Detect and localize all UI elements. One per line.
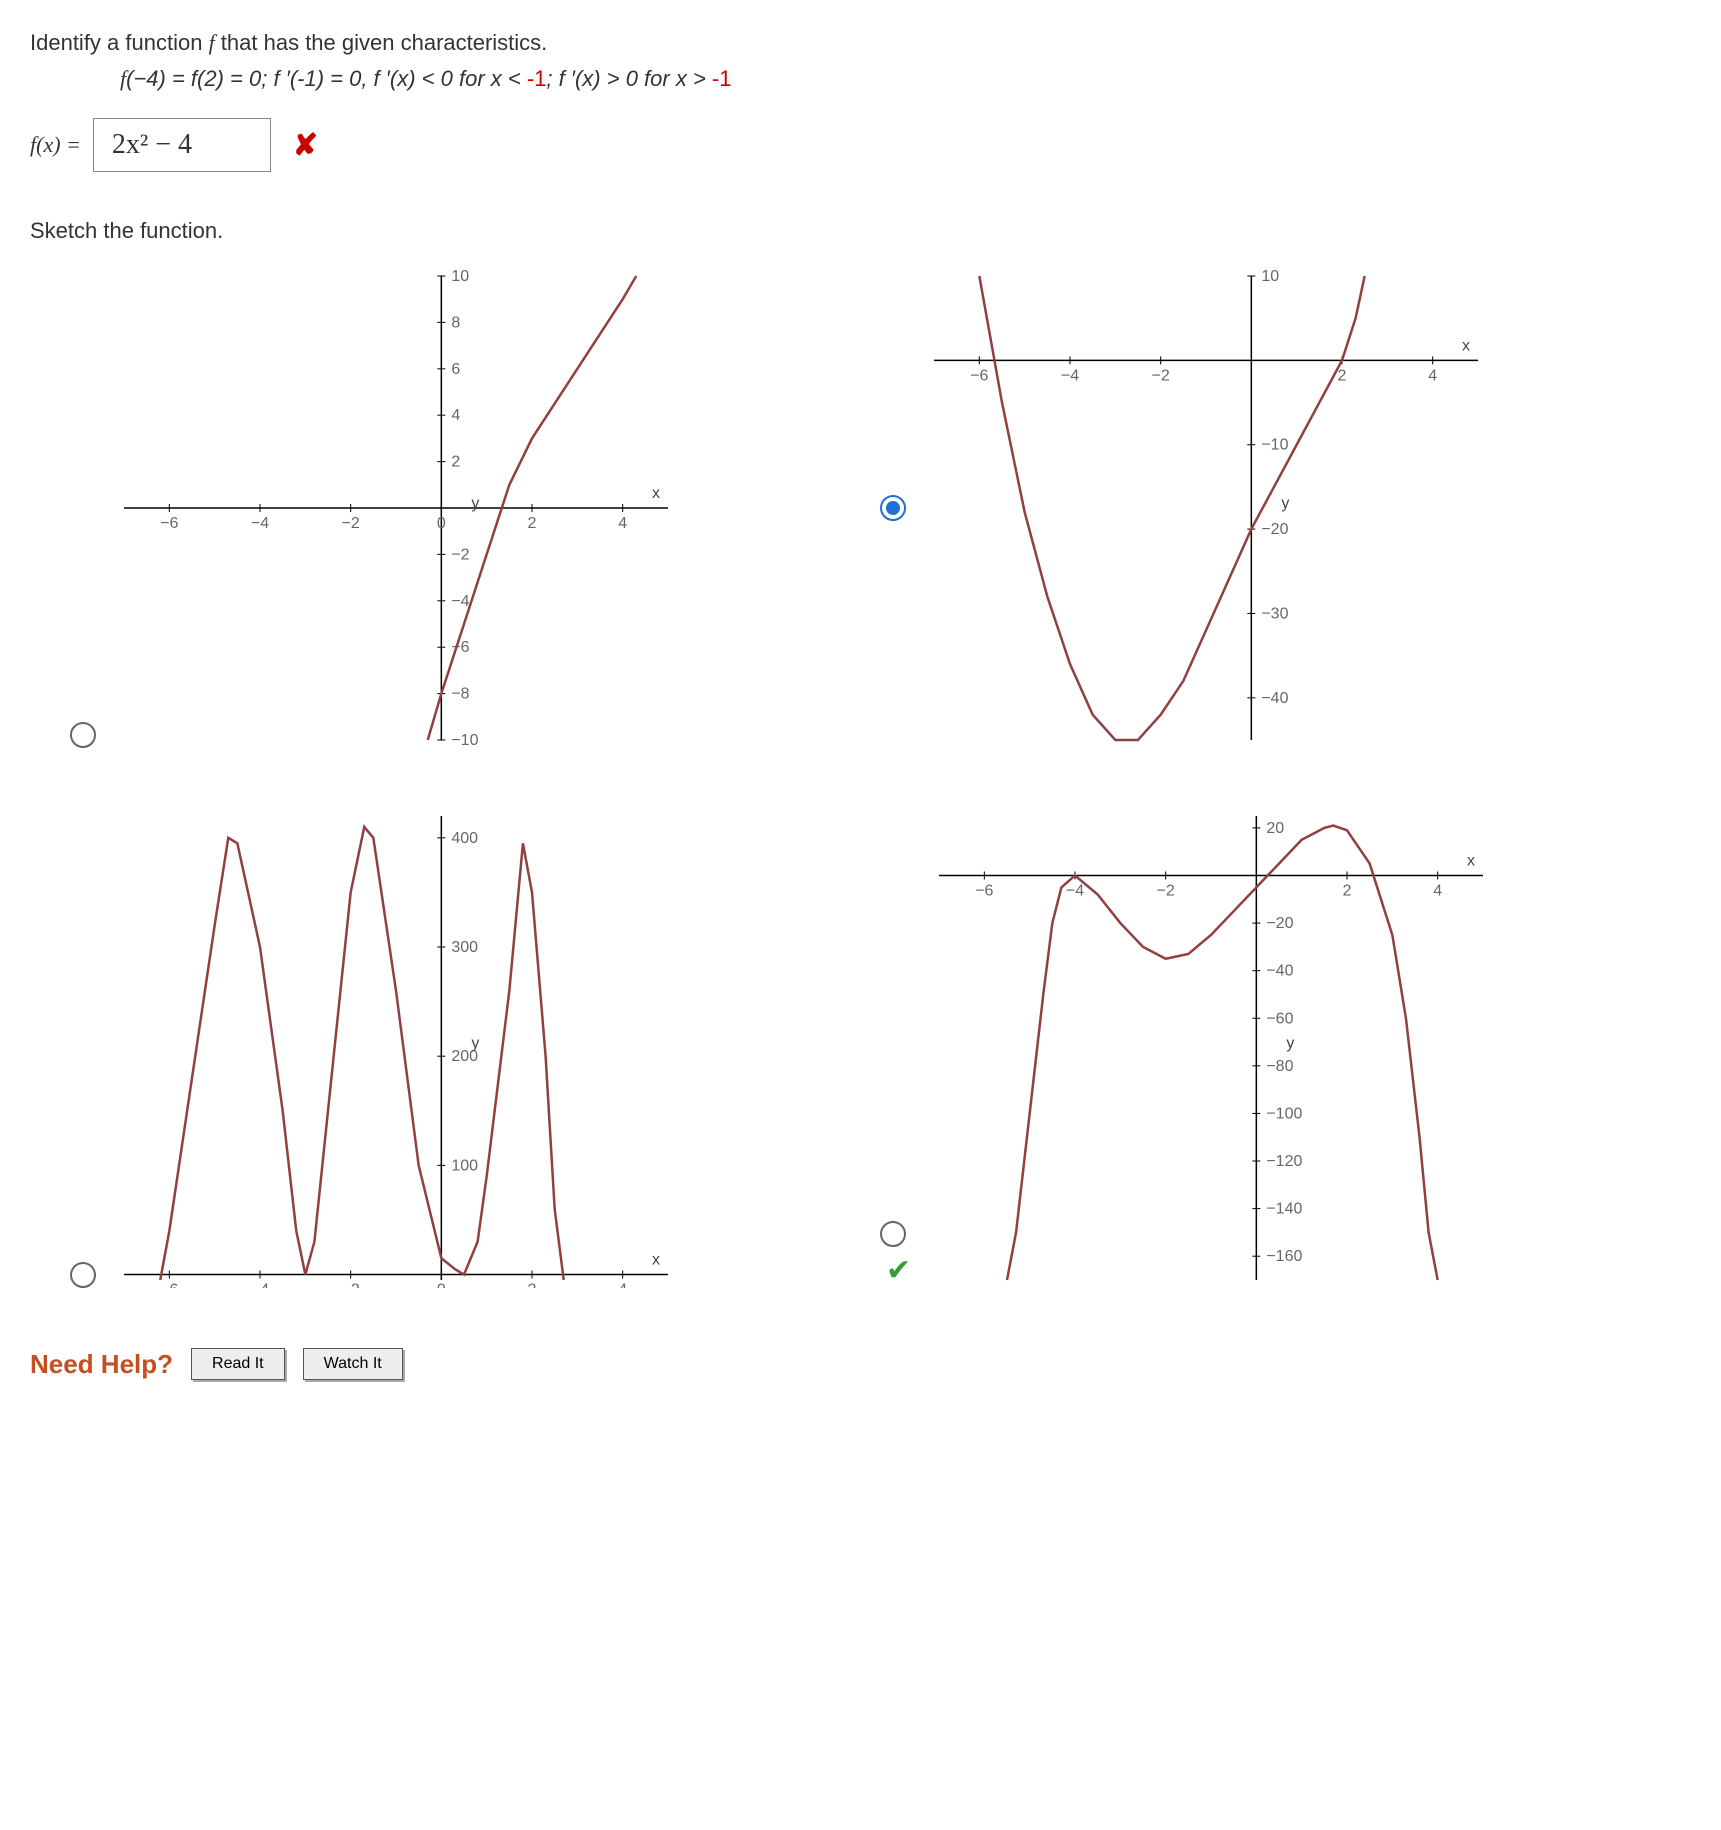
svg-text:2: 2 bbox=[1343, 882, 1352, 899]
question-line-1: Identify a function f that has the given… bbox=[30, 30, 1630, 56]
svg-text:−100: −100 bbox=[1266, 1105, 1302, 1122]
svg-text:−40: −40 bbox=[1261, 690, 1288, 707]
svg-text:y: y bbox=[1281, 495, 1289, 512]
option-graph-1: −6 −4 −2 2 4 −40 −30 −20 −10 10 x y bbox=[926, 268, 1486, 748]
option-graph-0: −6−4−2024−10−8−6−4−2246810xy bbox=[116, 268, 676, 748]
svg-text:2: 2 bbox=[451, 454, 460, 471]
svg-text:y: y bbox=[471, 1035, 479, 1052]
svg-text:−6: −6 bbox=[160, 515, 178, 532]
svg-text:−4: −4 bbox=[251, 515, 269, 532]
option-radio-2[interactable] bbox=[70, 1262, 96, 1288]
svg-text:−6: −6 bbox=[970, 367, 988, 384]
svg-text:−80: −80 bbox=[1266, 1058, 1293, 1075]
svg-text:2: 2 bbox=[1338, 367, 1347, 384]
svg-text:10: 10 bbox=[451, 268, 469, 285]
svg-text:2: 2 bbox=[528, 1282, 537, 1288]
svg-text:−30: −30 bbox=[1261, 605, 1288, 622]
svg-text:−2: −2 bbox=[342, 515, 360, 532]
option-radio-0[interactable] bbox=[70, 722, 96, 748]
sketch-label: Sketch the function. bbox=[30, 218, 1630, 244]
svg-text:300: 300 bbox=[451, 939, 478, 956]
svg-text:400: 400 bbox=[451, 830, 478, 847]
svg-text:−140: −140 bbox=[1266, 1201, 1302, 1218]
svg-text:y: y bbox=[1286, 1035, 1294, 1052]
watch-it-button[interactable]: Watch It bbox=[303, 1348, 403, 1380]
svg-text:0: 0 bbox=[437, 1282, 446, 1288]
svg-text:−2: −2 bbox=[1152, 367, 1170, 384]
svg-text:20: 20 bbox=[1266, 820, 1284, 837]
svg-text:x: x bbox=[1467, 852, 1475, 869]
incorrect-icon: ✘ bbox=[293, 128, 318, 163]
svg-text:−20: −20 bbox=[1261, 521, 1288, 538]
svg-text:−10: −10 bbox=[1261, 437, 1288, 454]
svg-text:−4: −4 bbox=[1061, 367, 1079, 384]
svg-text:8: 8 bbox=[451, 314, 460, 331]
svg-text:x: x bbox=[652, 1252, 660, 1269]
option-graph-2: −6−4−2024100200300400xy bbox=[116, 808, 676, 1288]
svg-text:0: 0 bbox=[437, 515, 446, 532]
svg-text:−10: −10 bbox=[451, 732, 478, 748]
svg-text:−8: −8 bbox=[451, 686, 469, 703]
svg-text:4: 4 bbox=[1428, 367, 1437, 384]
need-help-label: Need Help? bbox=[30, 1349, 173, 1380]
fx-label: f(x) = bbox=[30, 132, 81, 158]
option-radio-3[interactable] bbox=[880, 1221, 906, 1247]
svg-text:4: 4 bbox=[618, 1282, 627, 1288]
svg-text:−40: −40 bbox=[1266, 963, 1293, 980]
option-graph-3: −6 −4 −2 2 4 −160 −140 −120 −100 −80 −60 −40 −20 20 x y bbox=[931, 808, 1491, 1288]
svg-text:−4: −4 bbox=[451, 593, 469, 610]
svg-text:100: 100 bbox=[451, 1157, 478, 1174]
svg-text:6: 6 bbox=[451, 361, 460, 378]
svg-text:−60: −60 bbox=[1266, 1010, 1293, 1027]
svg-text:−4: −4 bbox=[1066, 882, 1084, 899]
question-conditions: f(−4) = f(2) = 0; f ′(-1) = 0, f ′(x) < … bbox=[120, 66, 1630, 92]
svg-text:−160: −160 bbox=[1266, 1248, 1302, 1265]
option-radio-1[interactable] bbox=[880, 495, 906, 521]
svg-text:−2: −2 bbox=[451, 546, 469, 563]
svg-text:4: 4 bbox=[1433, 882, 1442, 899]
svg-text:−120: −120 bbox=[1266, 1153, 1302, 1170]
svg-text:−2: −2 bbox=[1157, 882, 1175, 899]
svg-text:x: x bbox=[1462, 337, 1470, 354]
svg-text:4: 4 bbox=[451, 407, 460, 424]
answer-input[interactable]: 2x² − 4 bbox=[93, 118, 271, 172]
correct-icon: ✔ bbox=[886, 1254, 911, 1287]
svg-text:−4: −4 bbox=[251, 1282, 269, 1288]
svg-text:y: y bbox=[471, 495, 479, 512]
svg-text:4: 4 bbox=[618, 515, 627, 532]
svg-text:2: 2 bbox=[528, 515, 537, 532]
svg-text:10: 10 bbox=[1261, 268, 1279, 285]
svg-text:x: x bbox=[652, 485, 660, 502]
svg-text:−6: −6 bbox=[160, 1282, 178, 1288]
read-it-button[interactable]: Read It bbox=[191, 1348, 285, 1380]
svg-text:−6: −6 bbox=[975, 882, 993, 899]
svg-text:−2: −2 bbox=[342, 1282, 360, 1288]
svg-text:−20: −20 bbox=[1266, 915, 1293, 932]
